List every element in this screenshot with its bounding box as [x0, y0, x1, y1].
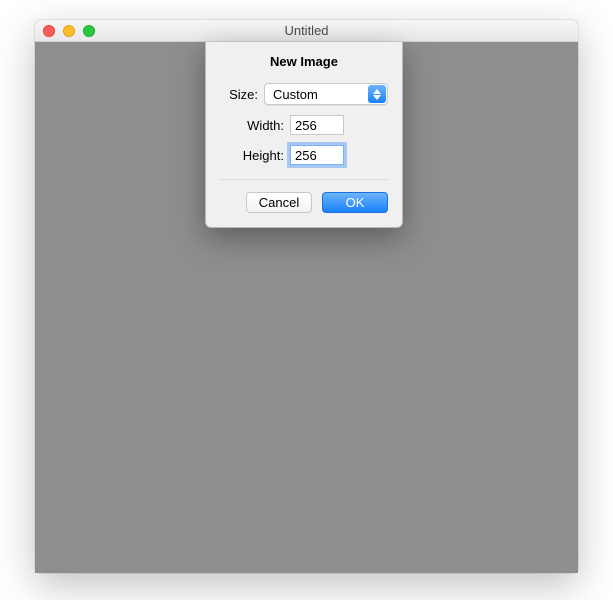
width-label: Width:: [220, 118, 284, 133]
zoom-icon[interactable]: [83, 25, 95, 37]
traffic-lights: [43, 25, 95, 37]
size-select-value: Custom: [273, 87, 318, 102]
close-icon[interactable]: [43, 25, 55, 37]
width-input[interactable]: [290, 115, 344, 135]
titlebar[interactable]: Untitled: [35, 20, 578, 42]
app-window: Untitled New Image Size: Custom Width: H…: [35, 20, 578, 573]
sheet-title: New Image: [220, 54, 388, 69]
size-label: Size:: [220, 87, 258, 102]
ok-button[interactable]: OK: [322, 192, 388, 213]
button-row: Cancel OK: [220, 179, 388, 213]
size-select[interactable]: Custom: [264, 83, 388, 105]
height-label: Height:: [220, 148, 284, 163]
window-title: Untitled: [35, 23, 578, 38]
height-input[interactable]: [290, 145, 344, 165]
width-row: Width:: [220, 115, 388, 135]
cancel-button[interactable]: Cancel: [246, 192, 312, 213]
size-row: Size: Custom: [220, 83, 388, 105]
new-image-sheet: New Image Size: Custom Width: Height: Ca…: [205, 42, 403, 228]
minimize-icon[interactable]: [63, 25, 75, 37]
updown-icon: [368, 85, 386, 103]
height-row: Height:: [220, 145, 388, 165]
